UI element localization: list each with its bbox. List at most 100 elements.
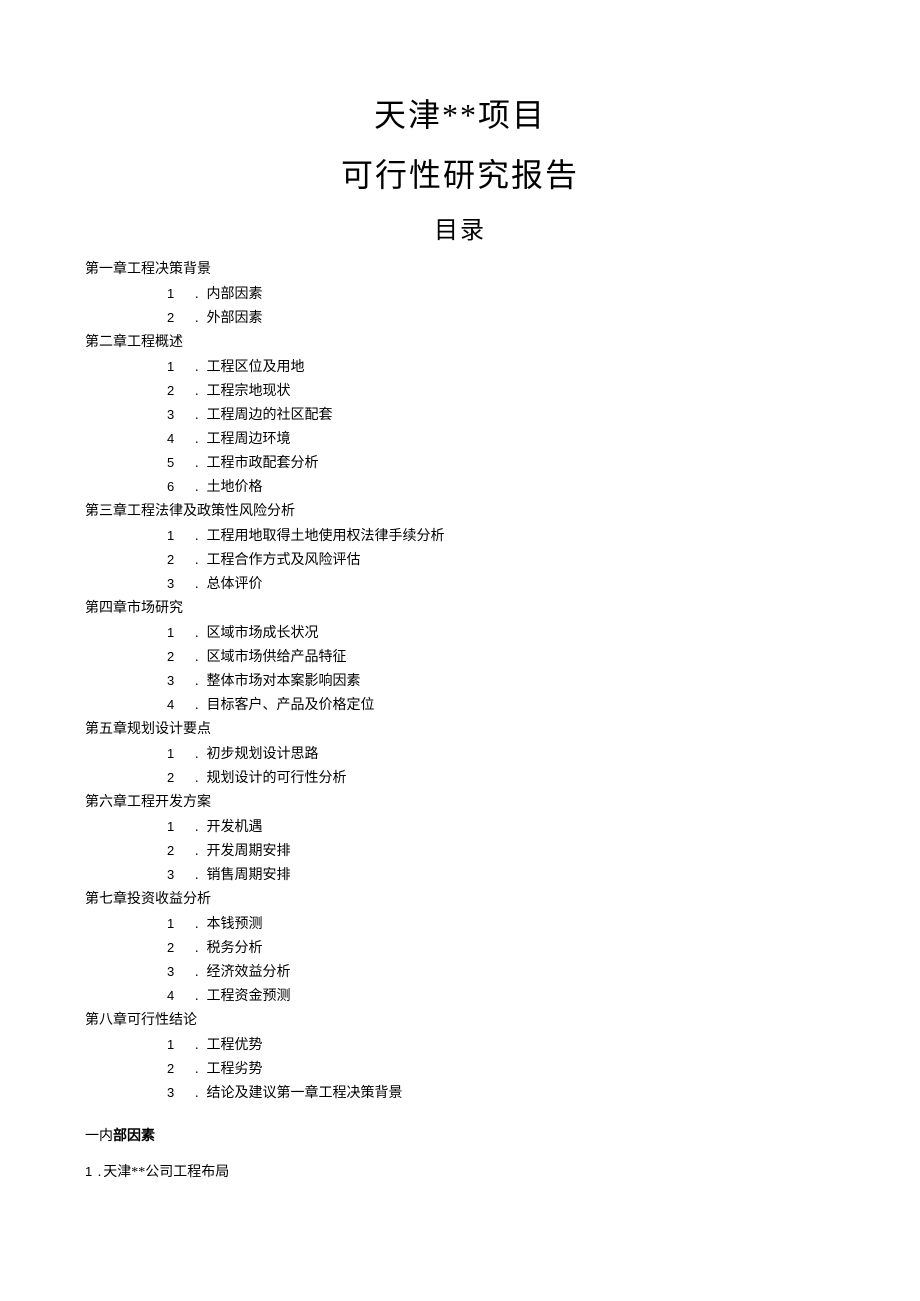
chapter-heading: 第四章市场研究 <box>85 598 835 620</box>
toc-item-text: 工程宗地现状 <box>207 381 291 403</box>
toc-item: 1. 开发机遇 <box>85 816 835 839</box>
toc-item-number: 3 <box>167 961 181 983</box>
toc-item-number: 1 <box>167 525 181 547</box>
chapter-heading: 第六章工程开发方案 <box>85 792 835 814</box>
toc-item-text: 规划设计的可行性分析 <box>207 768 347 790</box>
toc-item-number: 2 <box>167 767 181 789</box>
toc-item-separator: . <box>195 550 199 572</box>
toc-item-separator: . <box>195 841 199 863</box>
toc-item-text: 本钱预测 <box>207 914 263 936</box>
toc-item: 1. 工程优势 <box>85 1034 835 1057</box>
toc-item-separator: . <box>195 768 199 790</box>
toc-item: 1. 工程区位及用地 <box>85 356 835 379</box>
toc-item-text: 外部因素 <box>207 308 263 330</box>
chapter-heading: 第二章工程概述 <box>85 332 835 354</box>
toc-item-text: 开发周期安排 <box>207 841 291 863</box>
toc-item-text: 工程用地取得土地使用权法律手续分析 <box>207 526 445 548</box>
toc-item-separator: . <box>195 914 199 936</box>
toc-item-number: 2 <box>167 307 181 329</box>
toc-item-separator: . <box>195 817 199 839</box>
toc-item-number: 1 <box>167 816 181 838</box>
toc-item-text: 工程区位及用地 <box>207 357 305 379</box>
toc-item-separator: . <box>195 574 199 596</box>
toc-item-separator: . <box>195 1035 199 1057</box>
toc-item-separator: . <box>195 1083 199 1105</box>
document-title-line-1: 天津**项目 <box>85 90 835 136</box>
chapter-heading: 第三章工程法律及政策性风险分析 <box>85 501 835 523</box>
toc-item-number: 3 <box>167 404 181 426</box>
toc-item-text: 整体市场对本案影响因素 <box>207 671 361 693</box>
toc-item: 3. 总体评价 <box>85 573 835 596</box>
toc-item-number: 2 <box>167 646 181 668</box>
toc-item-number: 5 <box>167 452 181 474</box>
toc-item: 2. 工程合作方式及风险评估 <box>85 549 835 572</box>
toc-item: 2. 工程宗地现状 <box>85 380 835 403</box>
toc-item: 1.初步规划设计思路 <box>85 743 835 766</box>
toc-item-separator: . <box>195 381 199 403</box>
toc-item-text: 工程劣势 <box>207 1059 263 1081</box>
toc-item-number: 4 <box>167 985 181 1007</box>
body-line: 1 .天津**公司工程布局 <box>85 1161 835 1181</box>
toc-item-text: 总体评价 <box>207 574 263 596</box>
toc-item-separator: . <box>195 429 199 451</box>
chapter-heading: 第一章工程决策背景 <box>85 259 835 281</box>
toc-item-separator: . <box>195 623 199 645</box>
document-title-line-2: 可行性研究报告 <box>85 150 835 196</box>
toc-item: 3. 工程周边的社区配套 <box>85 404 835 427</box>
body-line-sep: . <box>98 1165 102 1180</box>
toc-item: 2.区域市场供给产品特征 <box>85 646 835 669</box>
toc-item: 1.内部因素 <box>85 283 835 306</box>
toc-item-number: 1 <box>167 1034 181 1056</box>
toc-item-text: 销售周期安排 <box>207 865 291 887</box>
toc-item-text: 工程资金预测 <box>207 986 291 1008</box>
title-block: 天津**项目 可行性研究报告 目录 <box>85 90 835 245</box>
toc-item-text: 工程周边的社区配套 <box>207 405 333 427</box>
toc-item: 4.工程资金预测 <box>85 985 835 1008</box>
toc-item-text: 工程合作方式及风险评估 <box>207 550 361 572</box>
toc-item-separator: . <box>195 744 199 766</box>
toc-heading: 目录 <box>85 210 835 245</box>
toc-item-separator: . <box>195 938 199 960</box>
toc-item-separator: . <box>195 865 199 887</box>
toc-item-number: 2 <box>167 549 181 571</box>
toc-item: 4.目标客户、产品及价格定位 <box>85 694 835 717</box>
chapter-heading: 第八章可行性结论 <box>85 1010 835 1032</box>
toc-item-text: 工程市政配套分析 <box>207 453 319 475</box>
toc-item-number: 6 <box>167 476 181 498</box>
section-heading-light: 一内 <box>85 1129 113 1144</box>
toc-item: 3.经济效益分析 <box>85 961 835 984</box>
toc-item-separator: . <box>195 1059 199 1081</box>
toc-item-separator: . <box>195 405 199 427</box>
toc-item: 3.整体市场对本案影响因素 <box>85 670 835 693</box>
chapter-heading: 第五章规划设计要点 <box>85 719 835 741</box>
toc-item-number: 2 <box>167 1058 181 1080</box>
toc-item-number: 2 <box>167 937 181 959</box>
toc-item-text: 区域市场成长状况 <box>207 623 319 645</box>
toc-item: 2. 规划设计的可行性分析 <box>85 767 835 790</box>
toc-item: 1. 本钱预测 <box>85 913 835 936</box>
toc-item-separator: . <box>195 453 199 475</box>
toc-item-text: 结论及建议第一章工程决策背景 <box>207 1083 403 1105</box>
toc-item-text: 初步规划设计思路 <box>207 744 319 766</box>
toc-item-text: 经济效益分析 <box>207 962 291 984</box>
toc-item-number: 4 <box>167 428 181 450</box>
toc-item: 4.工程周边环境 <box>85 428 835 451</box>
toc-item-separator: . <box>195 477 199 499</box>
toc-item-text: 工程优势 <box>207 1035 263 1057</box>
toc-item: 2. 工程劣势 <box>85 1058 835 1081</box>
toc-item-text: 开发机遇 <box>207 817 263 839</box>
toc-item: 3.销售周期安排 <box>85 864 835 887</box>
toc-item: 1.区域市场成长状况 <box>85 622 835 645</box>
toc-item-number: 2 <box>167 840 181 862</box>
toc-item-number: 4 <box>167 694 181 716</box>
toc-item-separator: . <box>195 357 199 379</box>
toc-item: 1.工程用地取得土地使用权法律手续分析 <box>85 525 835 548</box>
toc-item-number: 3 <box>167 573 181 595</box>
toc-item-separator: . <box>195 284 199 306</box>
toc-item-number: 3 <box>167 1082 181 1104</box>
toc-item-separator: . <box>195 671 199 693</box>
toc-item-number: 1 <box>167 356 181 378</box>
toc-item-number: 1 <box>167 913 181 935</box>
toc-item-number: 2 <box>167 380 181 402</box>
section-heading-bold: 部因素 <box>113 1129 155 1144</box>
